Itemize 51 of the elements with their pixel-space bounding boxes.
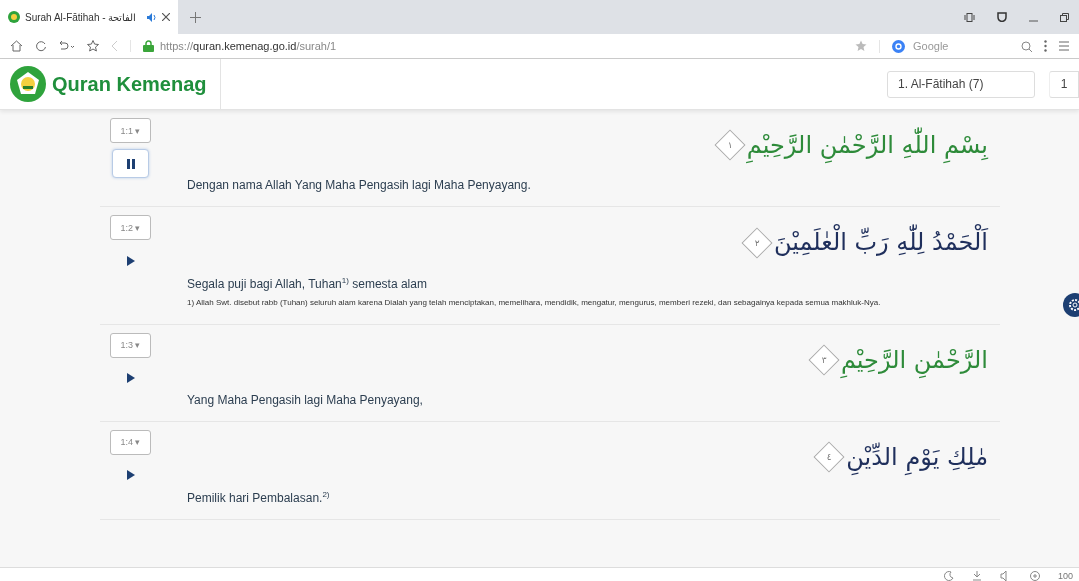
shield-icon[interactable]	[997, 12, 1007, 22]
lock-icon	[143, 40, 154, 52]
more-icon[interactable]	[1044, 40, 1047, 52]
search-engine-field[interactable]: Google	[913, 40, 949, 52]
verse-number-marker: ١	[714, 129, 746, 161]
zoom-level[interactable]: 100	[1057, 571, 1073, 581]
pause-icon	[126, 158, 135, 169]
play-icon	[126, 255, 135, 266]
pause-button[interactable]	[112, 149, 149, 178]
play-icon	[126, 470, 135, 481]
gear-icon	[1068, 298, 1079, 312]
home-icon[interactable]	[10, 40, 23, 52]
verse-menu-button[interactable]: 1:3 ▾	[110, 332, 151, 358]
download-icon[interactable]	[971, 571, 982, 581]
reload-icon[interactable]	[35, 40, 47, 52]
speaker-icon[interactable]	[147, 12, 157, 22]
arabic-verse: الرَّحْمٰنِ الرَّحِيْمِ	[840, 340, 988, 379]
logo-icon	[8, 11, 20, 23]
translation-text: Dengan nama Allah Yang Maha Pengasih lagi Maha Penyayang.	[187, 178, 532, 193]
verse-menu-button[interactable]: 1:1 ▾	[110, 118, 151, 143]
zoom-icon[interactable]	[1029, 571, 1040, 581]
star-icon[interactable]	[855, 40, 867, 52]
surah-select[interactable]: 1. Al-Fātihah (7)	[887, 70, 1035, 98]
play-icon	[126, 373, 135, 384]
arabic-verse: بِسْمِ اللّٰهِ الرَّحْمٰنِ الرَّحِيْمِ	[746, 126, 988, 165]
star-icon[interactable]	[87, 40, 99, 52]
translation-text: Segala puji bagi Allah, Tuhan$^{1)}$ semesta alam	[187, 275, 428, 291]
translation-text: Yang Maha Pengasih lagi Maha Penyayang,	[187, 392, 424, 407]
browser-tab[interactable]: Surah Al-Fātihah - الفاتحة	[0, 0, 178, 34]
arabic-verse: اَلْحَمْدُ لِلّٰهِ رَبِّ الْعٰلَمِيْنَ	[773, 223, 988, 262]
site-title[interactable]: Quran Kemenag	[52, 72, 207, 96]
search-engine-icon[interactable]	[892, 39, 905, 53]
verse-number-marker: ٢	[741, 227, 773, 259]
arabic-verse: مٰلِكِ يَوْمِ الدِّيْنِ	[846, 437, 988, 477]
logo-icon[interactable]	[10, 66, 46, 102]
verse-number-marker: ٤	[813, 441, 845, 473]
verse-select[interactable]: 1	[1049, 70, 1079, 98]
verse-menu-button[interactable]: 1:2 ▾	[110, 215, 151, 241]
vibrate-icon[interactable]	[964, 12, 975, 22]
restore-icon[interactable]	[1060, 12, 1069, 22]
verse-menu-button[interactable]: 1:4 ▾	[110, 429, 151, 455]
new-tab-icon[interactable]	[190, 11, 201, 23]
url-text[interactable]: https://quran.kemenag.go.id/surah/1	[160, 40, 337, 52]
search-icon[interactable]	[1021, 40, 1032, 52]
undo-icon[interactable]	[59, 40, 75, 52]
verse-number-marker: ٣	[808, 344, 840, 376]
tab-title: Surah Al-Fātihah - الفاتحة	[25, 11, 138, 23]
footnote-text: 1) Allah Swt. disebut rabb (Tuhan) seluruh alam karena Dialah yang telah menciptakan, memelihara, mendidik, mengatur, mengurus, memberi rezeki, dan sebagainya kepada semua makhluk-Nya.	[187, 296, 882, 309]
close-icon[interactable]	[162, 13, 170, 21]
moon-icon[interactable]	[943, 571, 954, 581]
translation-text: Pemilik hari Pembalasan.$^{2)}$	[187, 490, 331, 506]
